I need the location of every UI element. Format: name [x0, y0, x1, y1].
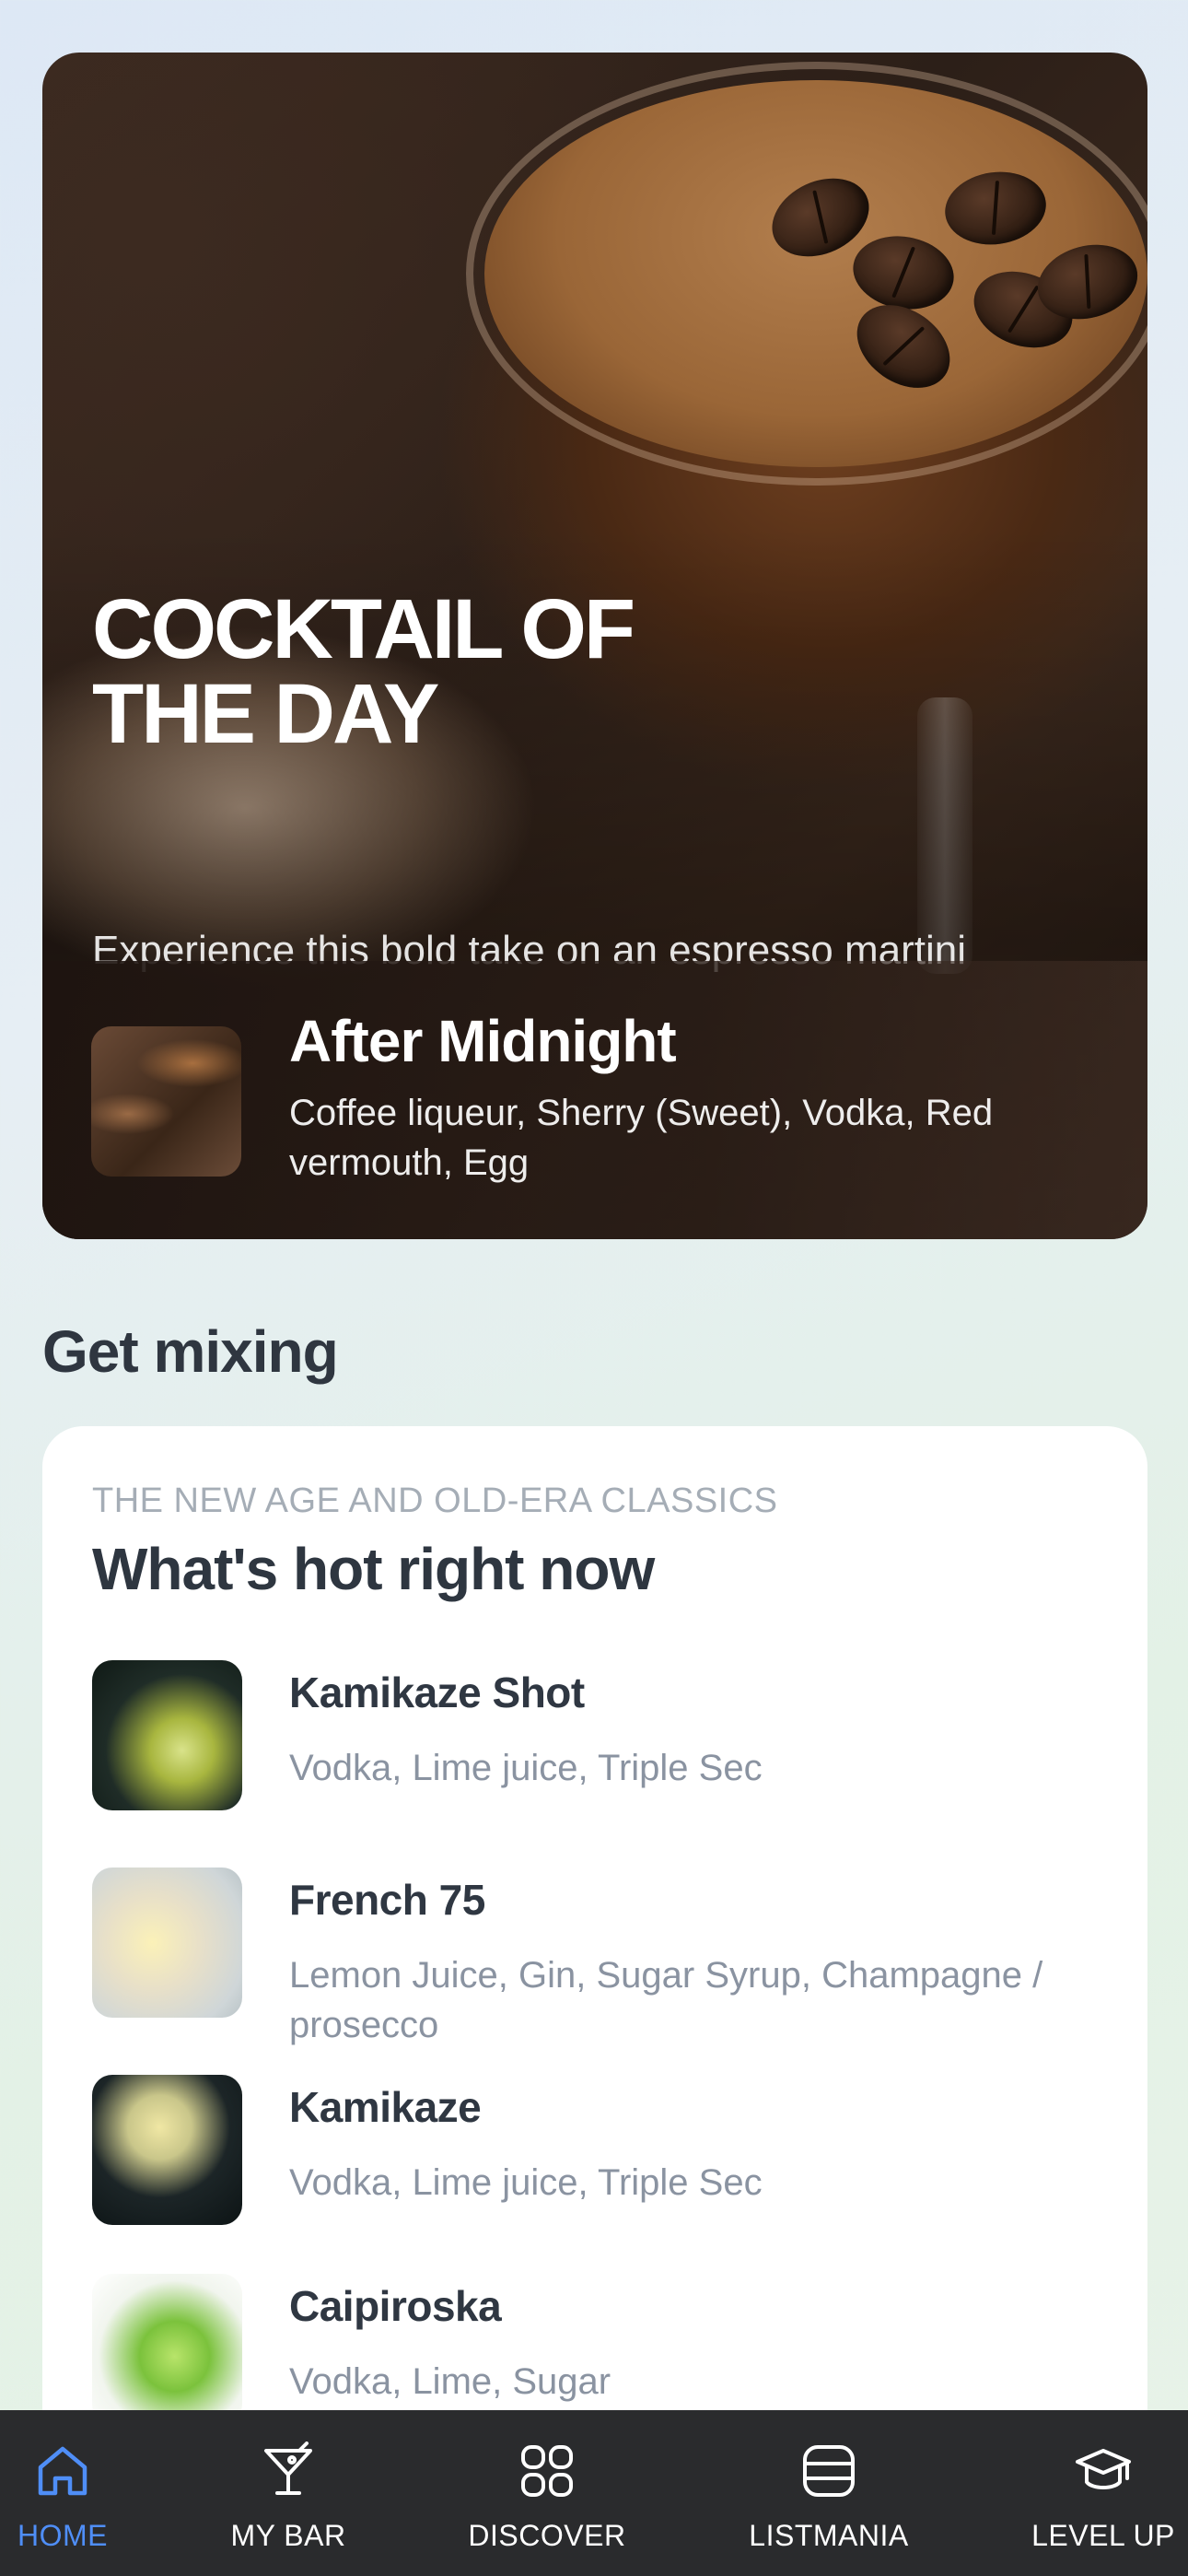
drink-name: French 75	[289, 1876, 485, 1924]
featured-cocktail-ingredients: Coffee liqueur, Sherry (Sweet), Vodka, R…	[289, 1093, 994, 1183]
tab-discover[interactable]: DISCOVER	[466, 2410, 628, 2576]
hero-title: COCKTAIL OF THE DAY	[92, 582, 635, 761]
tab-my-bar[interactable]: MY BAR	[219, 2410, 357, 2576]
tab-listmania[interactable]: LISTMANIA	[742, 2410, 915, 2576]
home-icon	[38, 2446, 87, 2496]
whats-hot-card: THE NEW AGE AND OLD-ERA CLASSICS What's …	[42, 1426, 1147, 2576]
drink-name: Kamikaze Shot	[289, 1669, 585, 1716]
drink-list-item[interactable]: Caipiroska Vodka, Lime, Sugar	[92, 2274, 1105, 2430]
list-icon	[803, 2445, 855, 2497]
drink-thumbnail	[92, 1868, 242, 2018]
drink-ingredients: Vodka, Lime juice, Triple Sec	[289, 1748, 763, 1788]
card-eyebrow: THE NEW AGE AND OLD-ERA CLASSICS	[92, 1481, 778, 1520]
featured-cocktail-name: After Midnight	[289, 1008, 677, 1074]
graduation-cap-icon	[1076, 2449, 1131, 2489]
drink-name: Caipiroska	[289, 2282, 502, 2330]
tab-label: MY BAR	[230, 2519, 346, 2552]
tab-home[interactable]: HOME	[0, 2410, 125, 2576]
cocktail-of-the-day-card[interactable]: COCKTAIL OF THE DAY Experience this bold…	[42, 53, 1147, 1239]
drink-ingredients: Vodka, Lime juice, Triple Sec	[289, 2162, 763, 2203]
tab-label: LISTMANIA	[749, 2519, 909, 2552]
tab-label: DISCOVER	[468, 2519, 626, 2552]
cocktail-glass-icon	[264, 2441, 312, 2495]
card-title: What's hot right now	[92, 1536, 655, 1602]
drink-name: Kamikaze	[289, 2083, 482, 2131]
drink-list-item[interactable]: Kamikaze Shot Vodka, Lime juice, Triple …	[92, 1660, 1105, 1817]
drink-thumbnail	[92, 2075, 242, 2225]
drink-thumbnail	[92, 1660, 242, 1810]
drink-ingredients: Vodka, Lime, Sugar	[289, 2361, 611, 2402]
featured-cocktail-thumbnail	[91, 1026, 241, 1177]
tab-label: HOME	[17, 2519, 108, 2552]
drink-list-item[interactable]: French 75 Lemon Juice, Gin, Sugar Syrup,…	[92, 1868, 1105, 2045]
drink-thumbnail	[92, 2274, 242, 2424]
drink-list-item[interactable]: Kamikaze Vodka, Lime juice, Triple Sec	[92, 2075, 1105, 2231]
featured-cocktail[interactable]: After Midnight Coffee liqueur, Sherry (S…	[42, 961, 1147, 1239]
tab-level-up[interactable]: LEVEL UP	[1028, 2410, 1179, 2576]
section-title: Get mixing	[42, 1318, 339, 1385]
drink-ingredients: Lemon Juice, Gin, Sugar Syrup, Champagne…	[289, 1955, 1043, 2045]
bottom-tab-bar: HOME MY BAR DISCOVER LISTMANIA LEVEL UP	[0, 2410, 1188, 2576]
grid-icon	[521, 2445, 573, 2497]
tab-label: LEVEL UP	[1031, 2519, 1175, 2552]
